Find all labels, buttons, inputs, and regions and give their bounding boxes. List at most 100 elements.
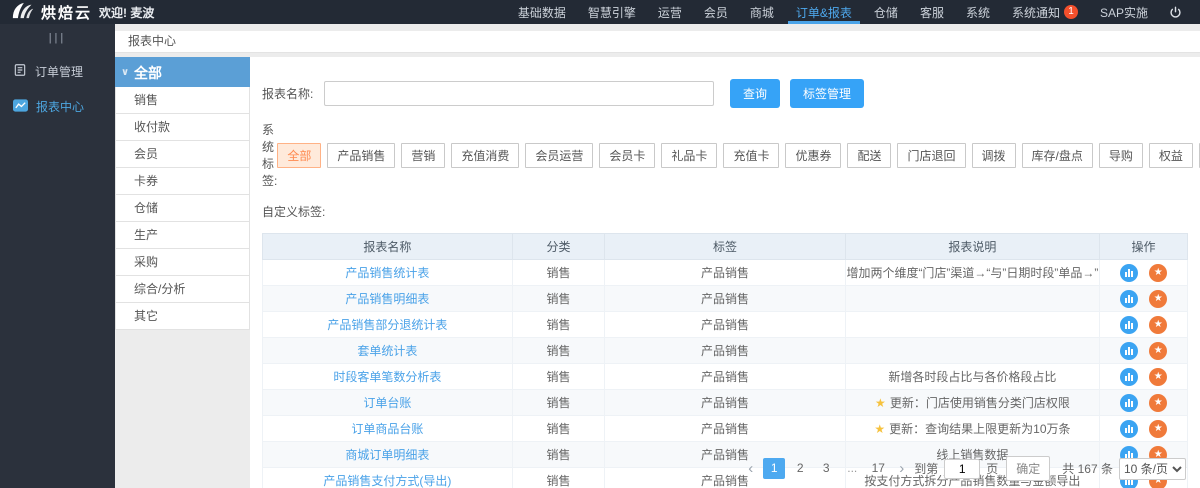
system-tag[interactable]: 门店退回: [897, 143, 965, 168]
nav-item[interactable]: 系统: [955, 0, 1001, 24]
system-tag[interactable]: 充值卡: [723, 143, 779, 168]
report-chart-icon: [13, 99, 28, 115]
system-tag[interactable]: 导购: [1099, 143, 1143, 168]
nav-item-label: 运营: [658, 4, 682, 21]
goto-suffix-label: 页: [986, 460, 998, 477]
power-logout-button[interactable]: [1159, 0, 1200, 24]
system-tag[interactable]: 充值消费: [451, 143, 519, 168]
report-description: ★更新：查询结果上限更新为10万条: [845, 416, 1099, 442]
report-operations: ★: [1100, 416, 1188, 442]
category-item[interactable]: 收付款: [115, 114, 250, 141]
favorite-star-icon[interactable]: ★: [1149, 342, 1167, 360]
system-tag[interactable]: 库存/盘点: [1022, 143, 1093, 168]
tag-manage-button[interactable]: 标签管理: [790, 79, 864, 108]
report-category: 销售: [512, 468, 605, 488]
nav-item[interactable]: 订单&报表: [785, 0, 863, 24]
category-item[interactable]: 会员: [115, 141, 250, 168]
bar-chart-icon[interactable]: [1120, 264, 1138, 282]
report-operations: ★: [1100, 286, 1188, 312]
bar-chart-icon[interactable]: [1120, 290, 1138, 308]
category-item[interactable]: 采购: [115, 249, 250, 276]
nav-item[interactable]: SAP实施: [1089, 0, 1159, 24]
favorite-star-icon[interactable]: ★: [1149, 368, 1167, 386]
system-tag[interactable]: 产品销售: [327, 143, 395, 168]
system-tag[interactable]: 会员运营: [525, 143, 593, 168]
next-page-arrow[interactable]: ›: [895, 460, 908, 477]
category-item[interactable]: ∨ 全部: [115, 57, 250, 87]
page-number[interactable]: 1: [763, 458, 785, 479]
system-tag[interactable]: 全部: [277, 143, 321, 168]
favorite-star-icon[interactable]: ★: [1149, 290, 1167, 308]
nav-item[interactable]: 系统通知 1: [1001, 0, 1089, 24]
nav-item[interactable]: 会员: [693, 0, 739, 24]
system-tag-label: 配送: [857, 149, 881, 163]
brand-area: 烘焙云 欢迎! 麦波: [0, 0, 345, 24]
bar-chart-icon[interactable]: [1120, 316, 1138, 334]
report-table: 报表名称 分类 标签 报表说明 操作 产品销售统计表 销售 产品销售 增加两个维…: [262, 233, 1188, 488]
page-number[interactable]: 17: [867, 458, 889, 479]
category-item[interactable]: 仓储: [115, 195, 250, 222]
table-row: 产品销售部分退统计表 销售 产品销售 ★: [263, 312, 1188, 338]
nav-item[interactable]: 仓储: [863, 0, 909, 24]
nav-item[interactable]: 智慧引擎: [577, 0, 647, 24]
report-name-link[interactable]: 套单统计表: [357, 344, 417, 358]
favorite-star-icon[interactable]: ★: [1149, 394, 1167, 412]
report-tag: 产品销售: [605, 364, 846, 390]
notification-count-badge: 1: [1064, 5, 1078, 19]
report-name-input[interactable]: [324, 81, 714, 106]
pagination: ‹ 1 2 3 ... 17 › 到第 页 确定 共 167 条 10 条/页: [744, 456, 1186, 481]
system-tag[interactable]: 会员卡: [599, 143, 655, 168]
category-item[interactable]: 销售: [115, 87, 250, 114]
report-category: 销售: [512, 390, 605, 416]
goto-confirm-button[interactable]: 确定: [1006, 456, 1050, 481]
category-item[interactable]: 综合/分析: [115, 276, 250, 303]
system-tag[interactable]: 权益: [1149, 143, 1193, 168]
report-name-link[interactable]: 产品销售支付方式(导出): [323, 474, 451, 488]
system-tag[interactable]: 优惠券: [785, 143, 841, 168]
query-button[interactable]: 查询: [730, 79, 780, 108]
system-tag[interactable]: 配送: [847, 143, 891, 168]
nav-item-label: 客服: [920, 4, 944, 21]
bar-chart-icon[interactable]: [1120, 420, 1138, 438]
category-item[interactable]: 其它: [115, 303, 250, 330]
goto-page-input[interactable]: [944, 459, 980, 479]
system-tag[interactable]: 礼品卡: [661, 143, 717, 168]
category-item[interactable]: 生产: [115, 222, 250, 249]
report-name-link[interactable]: 商城订单明细表: [345, 448, 429, 462]
system-tag-list: 全部 产品销售 营销 充值消费 会员运营 会员卡 礼品卡 充值卡 优惠券 配送 …: [277, 143, 1200, 168]
report-name-link[interactable]: 产品销售部分退统计表: [327, 318, 447, 332]
favorite-star-icon[interactable]: ★: [1149, 316, 1167, 334]
report-name-link[interactable]: 订单台账: [363, 396, 411, 410]
category-item[interactable]: 卡券: [115, 168, 250, 195]
nav-item[interactable]: 基础数据: [507, 0, 577, 24]
page-number[interactable]: 2: [789, 458, 811, 479]
report-name-link[interactable]: 产品销售统计表: [345, 266, 429, 280]
system-tag-label: 会员卡: [609, 149, 645, 163]
report-name-link[interactable]: 时段客单笔数分析表: [333, 370, 441, 384]
favorite-star-icon[interactable]: ★: [1149, 420, 1167, 438]
bar-chart-icon[interactable]: [1120, 368, 1138, 386]
bar-chart-icon[interactable]: [1120, 342, 1138, 360]
nav-item[interactable]: 客服: [909, 0, 955, 24]
report-name-link[interactable]: 订单商品台账: [351, 422, 423, 436]
prev-page-arrow[interactable]: ‹: [744, 460, 757, 477]
system-tag-label: 产品销售: [337, 149, 385, 163]
page-size-select[interactable]: 10 条/页: [1119, 458, 1186, 480]
bar-chart-icon[interactable]: [1120, 394, 1138, 412]
page-number[interactable]: 3: [815, 458, 837, 479]
report-description: ★更新：门店使用销售分类门店权限: [845, 390, 1099, 416]
sidebar-collapse-icon[interactable]: |||: [0, 24, 115, 54]
nav-item[interactable]: 商城: [739, 0, 785, 24]
category-label: 其它: [134, 309, 158, 323]
category-label: 卡券: [134, 174, 158, 188]
nav-item-label: 订单&报表: [796, 4, 852, 21]
favorite-star-icon[interactable]: ★: [1149, 264, 1167, 282]
table-header-row: 报表名称 分类 标签 报表说明 操作: [263, 234, 1188, 260]
sidebar-item-report-center[interactable]: 报表中心: [0, 89, 115, 124]
system-tag[interactable]: 营销: [401, 143, 445, 168]
report-name-link[interactable]: 产品销售明细表: [345, 292, 429, 306]
sidebar-item-order-management[interactable]: 订单管理: [0, 54, 115, 89]
system-tag[interactable]: 调拨: [972, 143, 1016, 168]
nav-item[interactable]: 运营: [647, 0, 693, 24]
category-label: 生产: [134, 228, 158, 242]
